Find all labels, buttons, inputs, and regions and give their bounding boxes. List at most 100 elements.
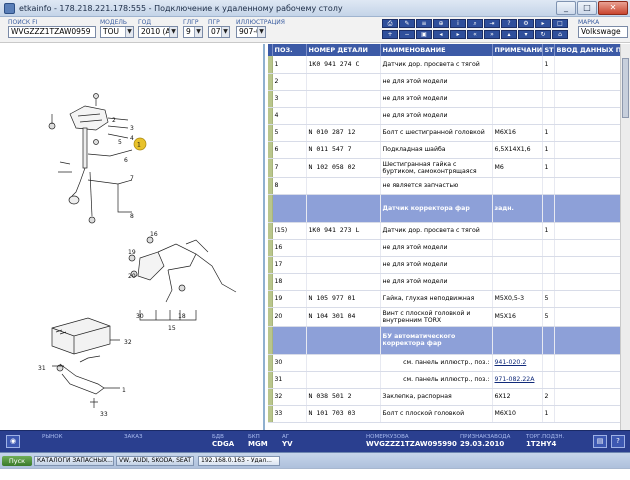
market-field: РЫНОК [42,434,63,440]
cell-st: 5 [542,307,555,327]
down-icon[interactable]: ▾ [518,30,534,39]
table-row[interactable]: 2 не для этой модели [268,73,630,91]
minimize-button[interactable]: _ [556,1,576,15]
callout-7: 7 [130,175,134,182]
cell-pos: 6 [272,141,307,159]
main-group-value: 9 [186,27,191,36]
search-input[interactable]: WVGZZZ1TZAW0959 [8,26,96,38]
table-row[interactable]: 6N 011 547 7 Подкладная шайба 6,5X14X1,6 1 [268,141,630,159]
up-icon[interactable]: ▴ [501,30,517,39]
callout-20: 20 [128,273,136,280]
cell-name: не для этой модели [380,256,493,274]
cell-part: N 101 703 03 [306,405,381,423]
list-icon[interactable]: ≡ [416,19,432,28]
window-controls: _ □ ✕ [555,1,628,15]
table-row[interactable]: 20 N 104 301 04 Винт с плоской головкой и … [268,307,630,327]
col-part-number[interactable]: НОМЕР ДЕТАЛИ [306,44,381,56]
cell-data-entry [554,405,630,423]
table-row[interactable]: 7N 102 058 02 Шестигранная гайка с буртик… [268,158,630,178]
table-row[interactable]: (15) 1K0 941 273 L Датчик дор. просвета с … [268,222,630,240]
help-icon[interactable]: ? [501,19,517,28]
cell-data-entry [554,388,630,406]
previous-icon[interactable]: ◂ [433,30,449,39]
main-group-group: ГЛГР 9 ▼ [183,19,203,38]
settings-icon[interactable]: ⚙ [518,19,534,28]
taskbar-item-remote-desktop[interactable]: 192.168.0.163 - Удал... [198,456,280,466]
taskbar-item-catalogs[interactable]: КАТАЛОГИ ЗАПАСНЫХ... [34,456,114,466]
maximize-button[interactable]: □ [577,1,597,15]
cell-data-entry [554,107,630,125]
year-select[interactable]: 2010 (A) ▼ [138,26,178,38]
first-icon[interactable]: « [467,30,483,39]
illustration-link[interactable]: 941-020.2 [492,354,543,372]
sub-group-select[interactable]: 07 ▼ [208,26,230,38]
scrollbar-thumb[interactable] [622,58,629,118]
main-group-select[interactable]: 9 ▼ [183,26,203,38]
next-icon[interactable]: ▸ [450,30,466,39]
engine-value: CDGA [212,440,235,448]
last-icon[interactable]: » [484,30,500,39]
table-row[interactable]: 32 N 038 501 2 Заклепка, распорная 6X12 2 [268,388,630,406]
note-icon[interactable]: ✎ [399,19,415,28]
cell-note [492,222,543,240]
cell-pos: 8 [272,177,307,195]
callout-31: 1 [122,387,126,394]
table-row[interactable]: 5N 010 287 12 Болт с шестигранной головко… [268,124,630,142]
table-row[interactable]: 8 не является запчастью [268,177,630,195]
start-button[interactable]: Пуск [2,456,32,466]
brand-label: МАРКА [578,19,600,26]
cell-part: N 011 547 7 [306,141,381,159]
help-icon[interactable]: ? [611,435,625,448]
vin-field: НОМЕРКУЗОВА WVGZZZ1TZAW095990 [366,434,457,449]
cell-note [492,273,543,291]
year-group: ГОД 2010 (A) ▼ [138,19,178,38]
table-row[interactable]: 16 не для этой модели [268,239,630,257]
pdf-icon[interactable]: ▤ [593,435,607,448]
table-row[interactable]: 33 N 101 703 03 Болт с плоской головкой M6X… [268,405,630,423]
export-icon[interactable]: ⇥ [484,19,500,28]
cell-data-entry [554,90,630,108]
refresh-icon[interactable]: ↻ [535,30,551,39]
callout-8: 8 [130,213,134,220]
arrow-right-icon[interactable]: ▸ [535,19,551,28]
col-note[interactable]: ПРИМЕЧАНИЕ [492,44,543,56]
search-icon[interactable]: ⌕ [467,19,483,28]
fit-icon[interactable]: ▣ [416,30,432,39]
brand-select[interactable]: Volkswage [578,26,628,38]
print-icon[interactable]: ⎙ [382,19,398,28]
home-icon[interactable]: ⌂ [552,30,568,39]
maximize-panel-icon[interactable]: □ [552,19,568,28]
parts-illustration: 2 3 4 8 5 6 7 19 20 16 15 30 18 32 31 1 … [38,93,237,418]
taskbar-item-vw-audi[interactable]: VW, AUDI, SKODA, SEAT [116,456,194,466]
col-data-entry[interactable]: ВВОД ДАННЫХ ПО [554,44,630,56]
cell-pos: 33 [272,405,307,423]
cell-note [492,73,543,91]
cart-icon[interactable]: ⊕ [433,19,449,28]
table-row[interactable]: 17 не для этой модели [268,256,630,274]
model-select[interactable]: TOU ▼ [100,26,134,38]
cell-pos: 2 [272,73,307,91]
table-row[interactable]: 31 см. панель иллюстр., поз.: 971-082.22A [268,371,630,389]
table-row[interactable]: 18 не для этой модели [268,273,630,291]
col-st[interactable]: ST [542,44,555,56]
table-row[interactable]: 3 не для этой модели [268,90,630,108]
section-name: БУ автоматического корректора фар [380,326,493,355]
cell-part [306,177,381,195]
col-name[interactable]: НАИМЕНОВАНИЕ [380,44,493,56]
info-icon[interactable]: i [450,19,466,28]
table-row[interactable]: 30 см. панель иллюстр., поз.: 941-020.2 [268,354,630,372]
table-row[interactable]: 19 N 105 977 01 Гайка, глухая неподвижная M… [268,290,630,308]
zoom-in-icon[interactable]: + [382,30,398,39]
table-row[interactable]: 4 не для этой модели [268,107,630,125]
callout-16: 16 [150,231,158,238]
vertical-scrollbar[interactable] [620,44,630,430]
illustration-link[interactable]: 971-082.22A [492,371,543,389]
close-button[interactable]: ✕ [598,1,628,15]
table-row[interactable]: 1 1K0 941 274 C Датчик дор. просвета с тяг… [268,56,630,74]
order-label: ЗАКАЗ [124,434,143,440]
globe-icon[interactable]: ◉ [6,435,20,448]
col-pos[interactable]: ПОЗ. [272,44,307,56]
illustration-select[interactable]: 907-030▼ [236,26,266,38]
zoom-out-icon[interactable]: − [399,30,415,39]
cell-part: N 104 301 04 [306,307,381,327]
